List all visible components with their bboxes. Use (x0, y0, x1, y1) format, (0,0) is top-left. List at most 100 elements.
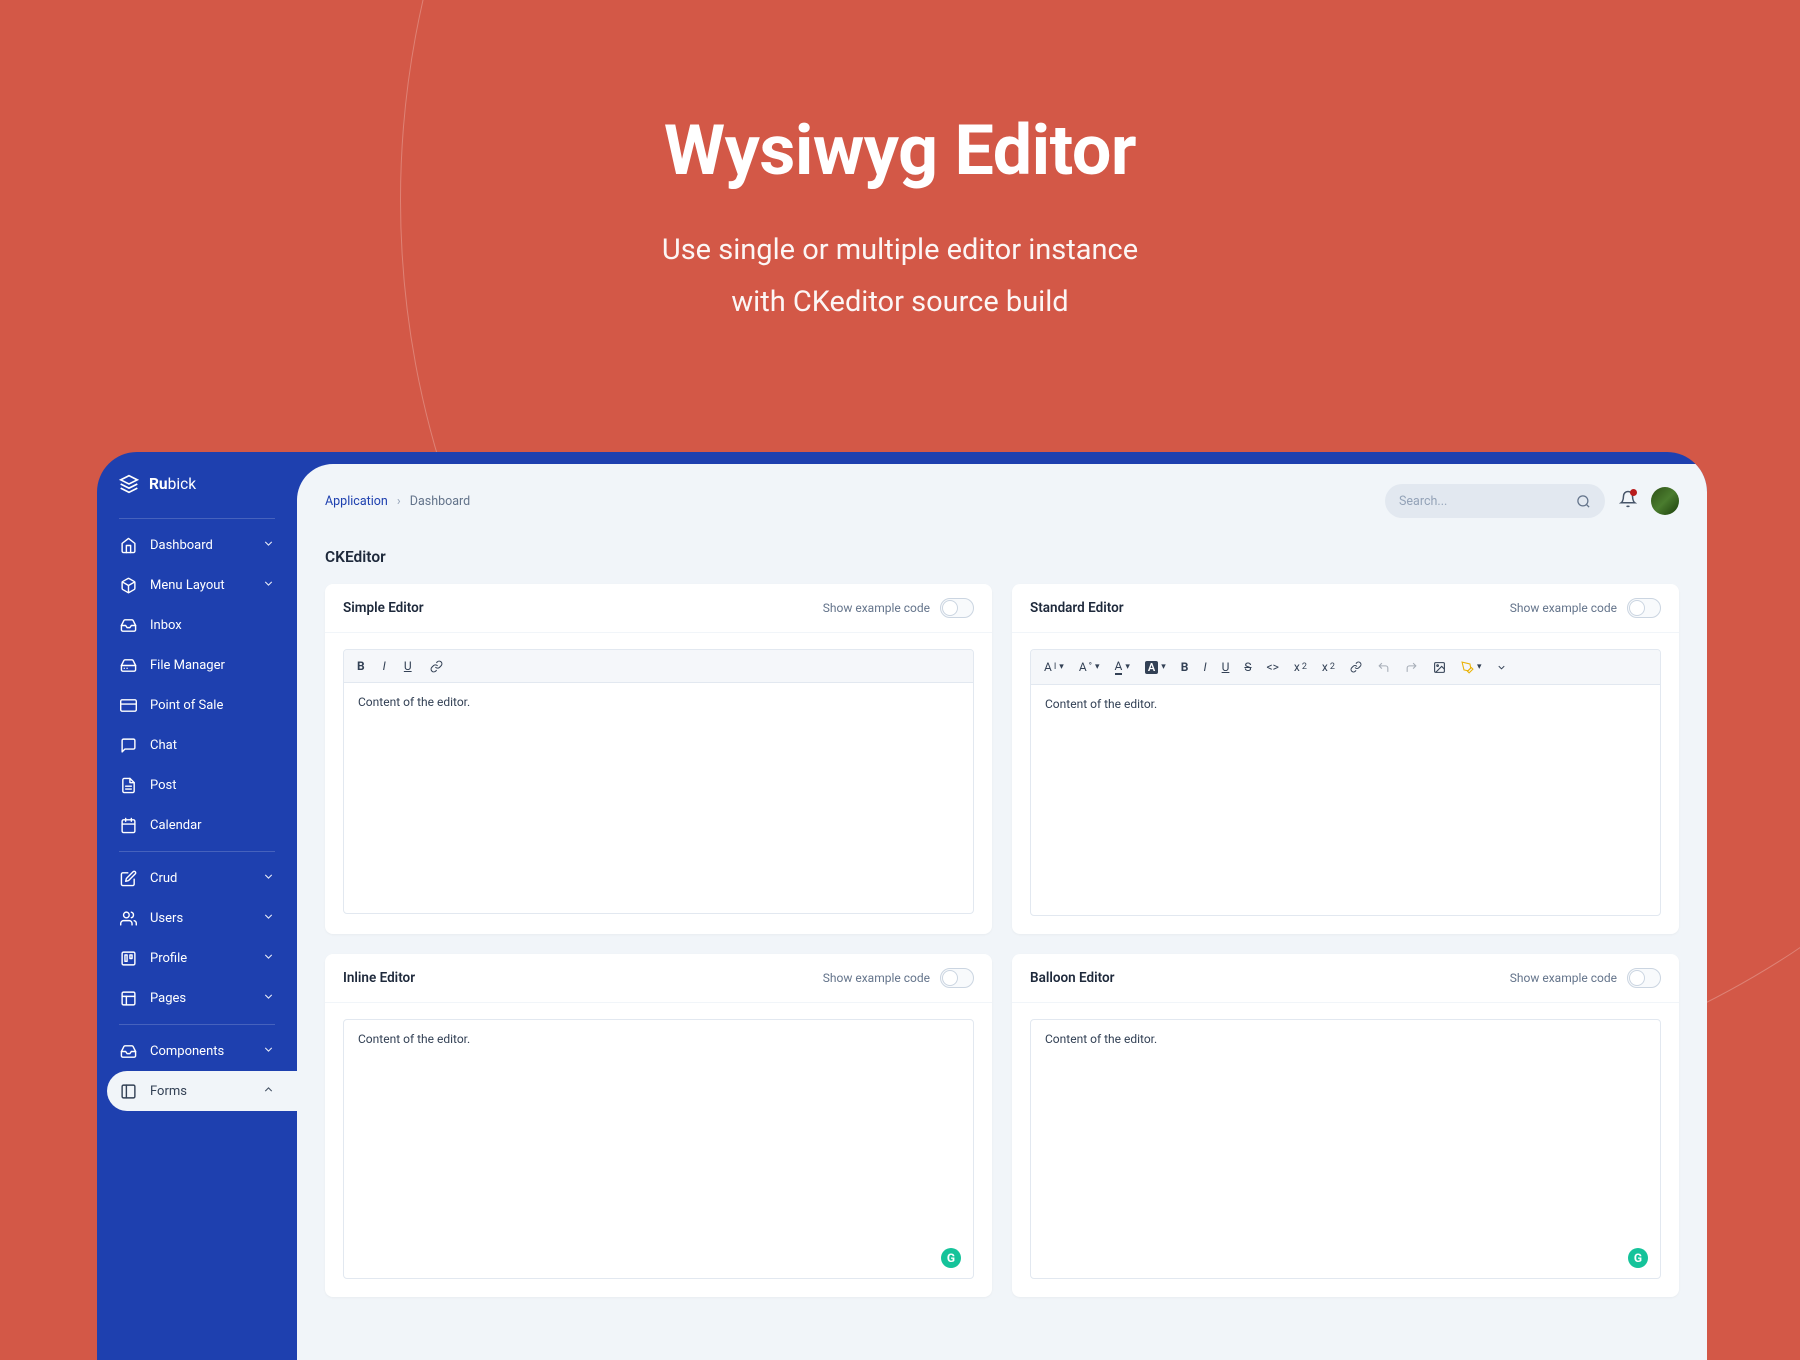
sidebar-item-label: Point of Sale (150, 698, 223, 713)
card-simple-editor: Simple Editor Show example code B I U (325, 584, 992, 934)
sidebar-item-post[interactable]: Post (97, 765, 297, 805)
sidebar-item-point-of-sale[interactable]: Point of Sale (97, 685, 297, 725)
sidebar-item-menu-layout[interactable]: Menu Layout (97, 565, 297, 605)
sidebar-item-forms[interactable]: Forms (107, 1071, 297, 1111)
divider (119, 518, 275, 519)
marker-icon (1461, 661, 1474, 674)
avatar[interactable] (1651, 487, 1679, 515)
editor-content[interactable]: Content of the editor. (1031, 685, 1660, 915)
fontcolor-dropdown[interactable]: A▾ (1112, 657, 1133, 677)
sidebar-item-users[interactable]: Users (97, 898, 297, 938)
toggle-label: Show example code (823, 971, 930, 985)
image-button[interactable] (1430, 659, 1449, 676)
simple-editor: B I U Content of the editor. (343, 649, 974, 914)
chevron-down-icon (1496, 662, 1507, 673)
toggle-label: Show example code (823, 601, 930, 615)
editor-content[interactable]: Content of the editor. (344, 683, 973, 913)
card-title: Simple Editor (343, 600, 424, 616)
creditcard-icon (119, 696, 137, 714)
layout-icon (119, 989, 137, 1007)
sidebar-icon (119, 1082, 137, 1100)
chevron-down-icon (262, 990, 275, 1007)
sidebar-item-label: Inbox (150, 618, 182, 633)
brand-logo[interactable]: Rubick (97, 474, 297, 512)
strike-button[interactable]: S (1241, 658, 1254, 676)
sidebar-item-dashboard[interactable]: Dashboard (97, 525, 297, 565)
sidebar-item-file-manager[interactable]: File Manager (97, 645, 297, 685)
sidebar-item-label: File Manager (150, 658, 225, 673)
code-button[interactable]: <> (1264, 658, 1282, 676)
sidebar-item-label: Users (150, 911, 183, 926)
divider (119, 1024, 275, 1025)
topbar: Application › Dashboard Search... (325, 484, 1679, 518)
toggle-label: Show example code (1510, 601, 1617, 615)
card-balloon-editor: Balloon Editor Show example code Content… (1012, 954, 1679, 1297)
link-button[interactable] (1347, 659, 1365, 675)
chevron-down-icon (262, 950, 275, 967)
sidebar-item-chat[interactable]: Chat (97, 725, 297, 765)
chevron-up-icon (262, 1083, 275, 1100)
sidebar-item-profile[interactable]: Profile (97, 938, 297, 978)
italic-button[interactable]: I (1200, 658, 1209, 676)
more-dropdown[interactable] (1493, 660, 1510, 675)
inbox-icon (119, 1042, 137, 1060)
sidebar-item-inbox[interactable]: Inbox (97, 605, 297, 645)
show-code-toggle[interactable] (940, 968, 974, 988)
italic-button[interactable]: I (380, 657, 389, 675)
message-icon (119, 736, 137, 754)
sidebar-item-label: Profile (150, 951, 187, 966)
bold-button[interactable]: B (1178, 658, 1192, 676)
underline-button[interactable]: U (401, 657, 415, 675)
heading-dropdown[interactable]: AI▾ (1041, 658, 1067, 676)
standard-editor: AI▾ A°▾ A▾ A▾ B I U S <> x2 x2 (1030, 649, 1661, 916)
undo-button[interactable] (1374, 659, 1393, 676)
app-shell: Rubick DashboardMenu LayoutInboxFile Man… (97, 452, 1707, 1360)
sidebar-item-components[interactable]: Components (97, 1031, 297, 1071)
editor-grid: Simple Editor Show example code B I U (325, 584, 1679, 1297)
chevron-down-icon (262, 910, 275, 927)
bold-button[interactable]: B (354, 657, 368, 675)
balloon-editor[interactable]: Content of the editor. G (1030, 1019, 1661, 1279)
show-code-toggle[interactable] (1627, 968, 1661, 988)
fontfamily-dropdown[interactable]: A°▾ (1076, 658, 1103, 676)
chevron-down-icon (262, 1043, 275, 1060)
link-icon (1350, 661, 1362, 673)
card-title: Standard Editor (1030, 600, 1124, 616)
chevron-down-icon (262, 537, 275, 554)
card-header: Balloon Editor Show example code (1012, 954, 1679, 1003)
sidebar-item-crud[interactable]: Crud (97, 858, 297, 898)
image-icon (1433, 661, 1446, 674)
card-title: Balloon Editor (1030, 970, 1114, 986)
link-button[interactable] (427, 658, 446, 675)
highlight-dropdown[interactable]: A▾ (1142, 659, 1169, 676)
sidebar-item-calendar[interactable]: Calendar (97, 805, 297, 845)
grammarly-icon[interactable]: G (941, 1248, 961, 1268)
sidebar-item-label: Calendar (150, 818, 202, 833)
redo-button[interactable] (1402, 659, 1421, 676)
sidebar-item-pages[interactable]: Pages (97, 978, 297, 1018)
search-input[interactable]: Search... (1385, 484, 1605, 518)
inline-editor[interactable]: Content of the editor. G (343, 1019, 974, 1279)
breadcrumb-root[interactable]: Application (325, 494, 388, 509)
subscript-button[interactable]: x2 (1291, 658, 1310, 676)
main-content: Application › Dashboard Search... CKEdit… (297, 464, 1707, 1360)
card-header: Standard Editor Show example code (1012, 584, 1679, 633)
harddrive-icon (119, 656, 137, 674)
calendar-icon (119, 816, 137, 834)
show-code-toggle[interactable] (940, 598, 974, 618)
underline-button[interactable]: U (1219, 658, 1233, 676)
breadcrumb-current: Dashboard (410, 494, 470, 509)
chevron-down-icon (262, 870, 275, 887)
card-inline-editor: Inline Editor Show example code Content … (325, 954, 992, 1297)
superscript-button[interactable]: x2 (1319, 658, 1338, 676)
toggle-label: Show example code (1510, 971, 1617, 985)
editor-toolbar: AI▾ A°▾ A▾ A▾ B I U S <> x2 x2 (1031, 650, 1660, 685)
filetext-icon (119, 776, 137, 794)
grammarly-icon[interactable]: G (1628, 1248, 1648, 1268)
breadcrumb: Application › Dashboard (325, 494, 470, 509)
sidebar-item-label: Pages (150, 991, 186, 1006)
sidebar: Rubick DashboardMenu Layout Inbox File Man… (97, 452, 297, 1360)
notifications-button[interactable] (1619, 490, 1637, 512)
marker-dropdown[interactable]: ▾ (1458, 659, 1485, 676)
show-code-toggle[interactable] (1627, 598, 1661, 618)
